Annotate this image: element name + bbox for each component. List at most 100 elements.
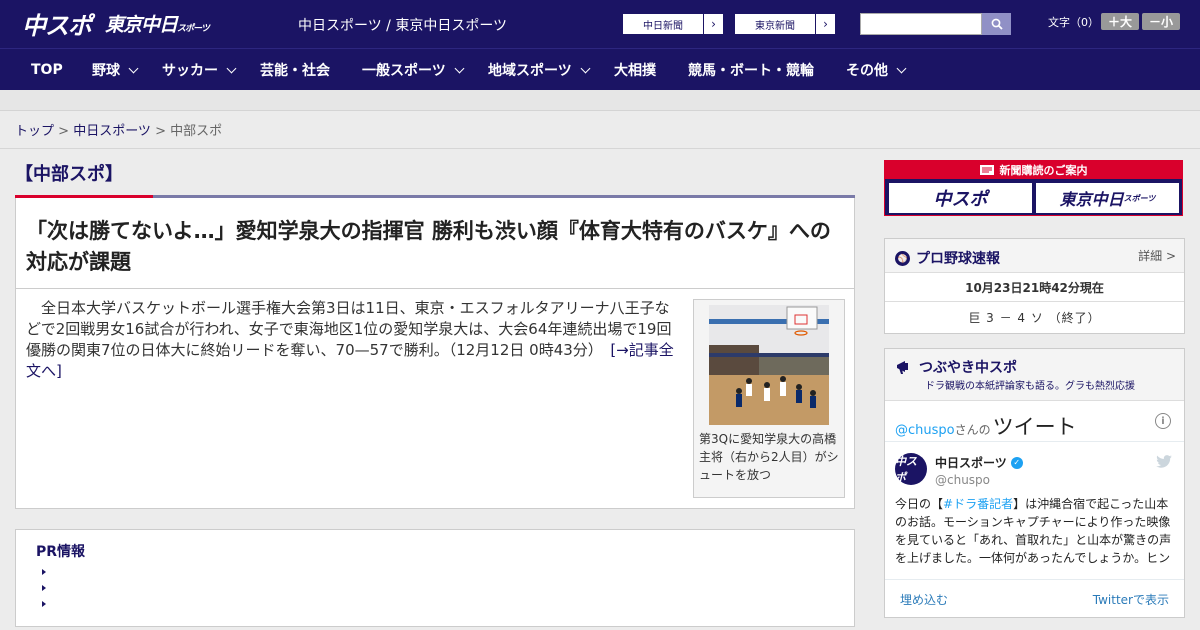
chevron-down-icon (128, 63, 139, 73)
article-photo[interactable] (709, 305, 829, 425)
site-logo[interactable]: 中スポ 東京中日スポーツ (22, 8, 210, 40)
pr-title: PR情報 (36, 544, 86, 560)
verified-badge-icon: ✓ (1010, 456, 1023, 469)
nav-other[interactable]: その他 (846, 49, 907, 91)
nav-label: 地域スポーツ (488, 63, 572, 79)
divider (885, 301, 1184, 302)
nav-soccer[interactable]: サッカー (162, 49, 237, 91)
score-updated-time: 10月23日21時42分現在 (965, 281, 1104, 295)
subscription-banner-title: 新聞購読のご案内 (885, 161, 1182, 179)
timeline-header: @chuspo さんの ツイート (895, 411, 1077, 441)
tweet-account-name[interactable]: 中日スポーツ ✓ (935, 454, 1023, 471)
tokyo-shimbun-button[interactable]: 東京新聞 › (734, 13, 836, 35)
top-header: 中スポ 東京中日スポーツ 中日スポーツ / 東京中日スポーツ 中日新聞 › 東京… (0, 0, 1200, 48)
chunichi-shimbun-button[interactable]: 中日新聞 › (622, 13, 724, 35)
nav-regional-sports[interactable]: 地域スポーツ (488, 49, 591, 91)
photo-caption: 第3Qに愛知学泉大の高橋主将（右から2人目）がシュートを放つ (699, 432, 839, 482)
twitter-widget-subtitle: ドラ観戦の本紙評論家も語る。グラも熱烈応援 (925, 381, 1135, 392)
timeline-tweet-word: ツイート (992, 415, 1077, 439)
nav-keiba[interactable]: 競馬・ボート・競輪 (688, 49, 814, 91)
article-lead-text: 全日本大学バスケットボール選手権大会第3日は11日、東京・エスフォルタアリーナ八… (26, 299, 672, 359)
nav-entertainment[interactable]: 芸能・社会 (260, 49, 330, 91)
nav-label: 芸能・社会 (260, 63, 330, 79)
chevron-down-icon (580, 63, 591, 73)
divider (16, 288, 854, 289)
pr-box: PR情報 (15, 529, 855, 627)
avatar[interactable]: 中スポ (895, 453, 927, 485)
search-input[interactable] (860, 13, 982, 35)
chevron-down-icon (226, 63, 237, 73)
search-button[interactable] (982, 13, 1011, 35)
nav-sumo[interactable]: 大相撲 (614, 49, 656, 91)
breadcrumb-sep: > (150, 124, 171, 139)
breadcrumb-home[interactable]: トップ (15, 124, 54, 139)
logo-tokyo-chunichi: 東京中日スポーツ (105, 13, 210, 36)
nav-label: 大相撲 (614, 63, 656, 79)
chevron-right-icon: › (815, 14, 835, 34)
timeline-san: さんの (954, 423, 991, 437)
tweet-account-user[interactable]: @chuspo (935, 473, 990, 487)
article-card: 「次は勝てないよ…」愛知学泉大の指揮官 勝利も渋い顔『体育大特有のバスケ』への対… (15, 198, 855, 509)
megaphone-icon (897, 361, 908, 374)
view-on-twitter-link[interactable]: Twitterで表示 (1093, 591, 1169, 608)
section-title: 【中部スポ】 (15, 164, 123, 185)
chunichi-shimbun-label: 中日新聞 (643, 20, 683, 32)
article-lead: 全日本大学バスケットボール選手権大会第3日は11日、東京・エスフォルタアリーナ八… (26, 298, 681, 382)
baseball-detail-link[interactable]: 詳細 > (1138, 247, 1176, 264)
main-nav: TOP 野球 サッカー 芸能・社会 一般スポーツ 地域スポーツ 大相撲 競馬・ボ… (0, 48, 1200, 90)
tokyo-shimbun-label: 東京新聞 (755, 20, 795, 32)
twitter-widget-title-text: つぶやき中スポ (919, 360, 1017, 376)
nav-label: TOP (31, 62, 63, 78)
hashtag-link[interactable]: #ドラ番記者 (943, 497, 1013, 511)
baseball-title-text: プロ野球速報 (916, 251, 1000, 267)
nav-label: 野球 (92, 63, 120, 79)
pr-item-1[interactable] (42, 569, 46, 575)
paper2-label: 東京中日 (1059, 190, 1124, 209)
twitter-widget-header: つぶやき中スポ ドラ観戦の本紙評論家も語る。グラも熱烈応援 (885, 349, 1184, 401)
tweet-text-part: 今日の【 (895, 497, 944, 511)
embed-link[interactable]: 埋め込む (900, 591, 948, 608)
nav-label: その他 (846, 63, 888, 79)
twitter-widget-title: つぶやき中スポ (895, 357, 1017, 377)
nav-general-sports[interactable]: 一般スポーツ (362, 49, 465, 91)
article-headline[interactable]: 「次は勝てないよ…」愛知学泉大の指揮官 勝利も渋い顔『体育大特有のバスケ』への対… (26, 216, 844, 278)
embedded-timeline[interactable]: @chuspo さんの ツイート i 中スポ 中日スポーツ ✓ @chuspo … (885, 401, 1184, 579)
game-score[interactable]: 巨 3 － 4 ソ （終了） (885, 309, 1184, 326)
info-icon[interactable]: i (1155, 413, 1171, 429)
breadcrumb: トップ > 中日スポーツ > 中部スポ (15, 120, 222, 139)
breadcrumb-chunichi-sports[interactable]: 中日スポーツ (73, 124, 151, 139)
basketball-photo-illustration (709, 305, 829, 425)
font-bigger-button[interactable]: ＋大 (1101, 13, 1139, 30)
paper2-small-label: スポーツ (1123, 193, 1156, 203)
nav-label: サッカー (162, 63, 218, 79)
site-name-link[interactable]: 中日スポーツ / 東京中日スポーツ (298, 15, 507, 35)
nav-top[interactable]: TOP (31, 49, 63, 91)
nav-baseball[interactable]: 野球 (92, 49, 139, 91)
font-smaller-button[interactable]: －小 (1142, 13, 1180, 30)
nav-label: 一般スポーツ (362, 63, 446, 79)
subscribe-tokyo-chunichi[interactable]: 東京中日 スポーツ (1036, 183, 1179, 213)
twitter-widget: つぶやき中スポ ドラ観戦の本紙評論家も語る。グラも熱烈応援 @chuspo さん… (884, 348, 1185, 618)
nav-label: 競馬・ボート・競輪 (688, 63, 814, 79)
font-size-label: 文字（0） (1048, 16, 1099, 29)
pr-item-3[interactable] (42, 601, 46, 607)
twitter-footer: 埋め込む Twitterで表示 (885, 579, 1184, 617)
baseball-score-widget: ⚾ プロ野球速報 詳細 > 10月23日21時42分現在 巨 3 － 4 ソ （… (884, 238, 1185, 334)
chevron-right-icon: › (703, 14, 723, 34)
baseball-widget-header: ⚾ プロ野球速報 詳細 > (885, 239, 1184, 273)
search-icon (991, 18, 1003, 30)
chevron-down-icon (454, 63, 465, 73)
baseball-icon: ⚾ (895, 250, 910, 266)
subscription-title-text: 新聞購読のご案内 (999, 164, 1088, 177)
baseball-widget-title: ⚾ プロ野球速報 (895, 248, 1000, 268)
breadcrumb-current: 中部スポ (170, 124, 223, 139)
twitter-bird-icon[interactable] (1156, 455, 1172, 468)
subscribe-chusupo[interactable]: 中スポ (889, 183, 1032, 213)
tweet-text: 今日の【#ドラ番記者】は沖縄合宿で起こった山本のお話。モーションキャプチャーによ… (895, 495, 1175, 569)
article-photo-box: 第3Qに愛知学泉大の高橋主将（右から2人目）がシュートを放つ (693, 299, 845, 498)
subscription-banner[interactable]: 新聞購読のご案内 中スポ 東京中日 スポーツ (884, 160, 1183, 216)
tweet-account-name-text: 中日スポーツ (935, 456, 1007, 470)
newspaper-icon (979, 165, 994, 175)
timeline-handle-link[interactable]: @chuspo (895, 423, 955, 438)
pr-item-2[interactable] (42, 585, 46, 591)
